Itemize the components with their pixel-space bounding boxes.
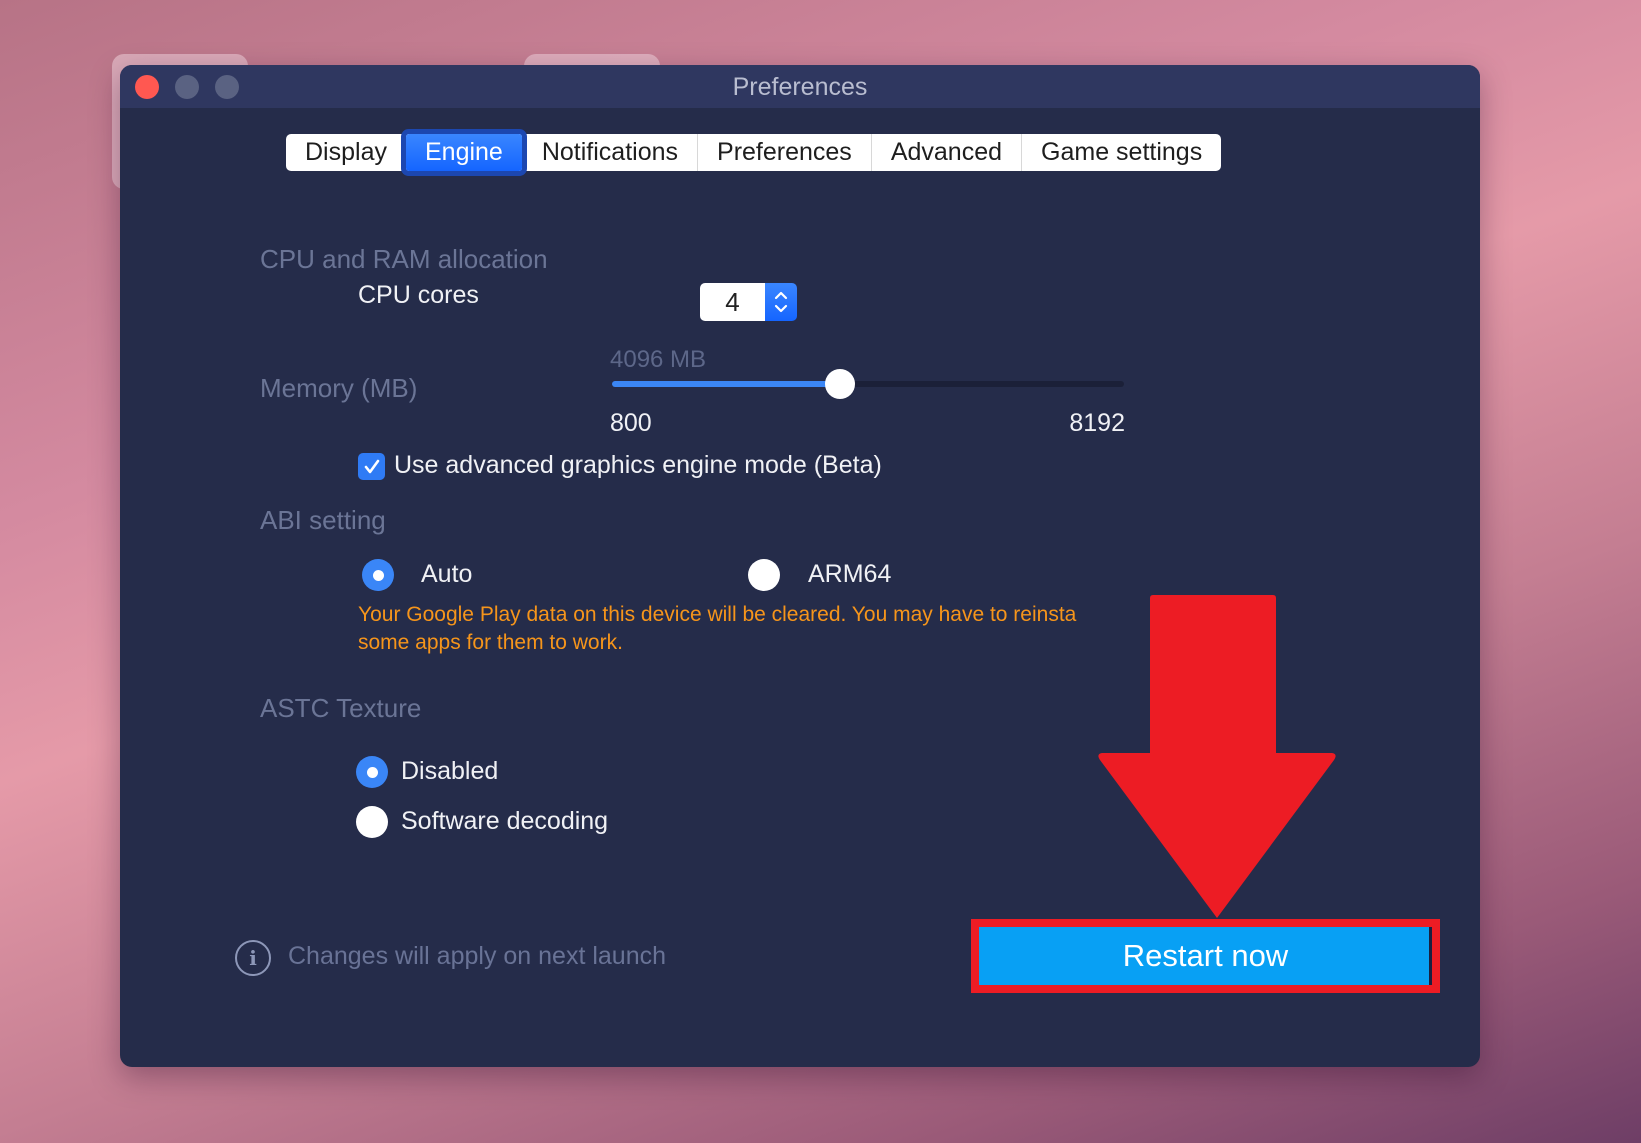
tab-game-settings[interactable]: Game settings (1021, 134, 1221, 171)
checkmark-icon (364, 459, 379, 473)
tab-display[interactable]: Display (286, 134, 406, 171)
chevron-up-down-icon (774, 291, 788, 313)
astc-software-decoding-label[interactable]: Software decoding (401, 807, 608, 836)
restart-now-button[interactable]: Restart now (979, 927, 1432, 985)
abi-warning-line-2: some apps for them to work. (358, 631, 623, 654)
astc-software-decoding-radio[interactable] (356, 806, 388, 838)
tab-bar: Display Engine Notifications Preferences… (286, 134, 1222, 171)
tab-preferences[interactable]: Preferences (697, 134, 871, 171)
info-icon: i (235, 940, 271, 976)
title-bar[interactable]: Preferences (120, 65, 1480, 108)
memory-value-label: 4096 MB (610, 346, 707, 373)
abi-auto-radio[interactable] (362, 559, 394, 591)
astc-section-heading: ASTC Texture (260, 693, 422, 723)
astc-disabled-radio[interactable] (356, 756, 388, 788)
memory-label: Memory (MB) (260, 373, 418, 403)
tab-notifications[interactable]: Notifications (521, 134, 697, 171)
memory-min-label: 800 (610, 409, 652, 437)
abi-arm64-radio[interactable] (748, 559, 780, 591)
cpu-cores-stepper[interactable]: 4 (700, 283, 797, 321)
tab-advanced[interactable]: Advanced (870, 134, 1021, 171)
memory-slider-thumb[interactable] (825, 369, 856, 399)
restart-note: Changes will apply on next launch (288, 942, 667, 970)
astc-disabled-label[interactable]: Disabled (401, 757, 498, 786)
advanced-graphics-label[interactable]: Use advanced graphics engine mode (Beta) (394, 451, 882, 480)
preferences-window: Preferences Display Engine Notifications… (120, 65, 1480, 1067)
abi-arm64-label[interactable]: ARM64 (808, 560, 891, 589)
advanced-graphics-checkbox[interactable] (358, 453, 385, 480)
memory-slider[interactable] (612, 369, 1124, 399)
cpu-cores-stepper-buttons[interactable] (765, 283, 797, 321)
cpu-cores-value[interactable]: 4 (700, 283, 765, 321)
window-title: Preferences (732, 73, 868, 101)
tab-engine[interactable]: Engine (405, 134, 522, 171)
annotation-arrow-down-icon (1098, 595, 1336, 918)
cpu-cores-label: CPU cores (358, 281, 479, 309)
abi-warning-line-1: Your Google Play data on this device wil… (358, 603, 1077, 626)
memory-max-label: 8192 (1069, 409, 1125, 437)
cpu-ram-section-heading: CPU and RAM allocation (260, 244, 548, 274)
memory-slider-fill (612, 381, 841, 387)
abi-section-heading: ABI setting (260, 505, 386, 535)
abi-auto-label[interactable]: Auto (421, 560, 472, 589)
restart-button-highlight: Restart now (971, 919, 1440, 993)
